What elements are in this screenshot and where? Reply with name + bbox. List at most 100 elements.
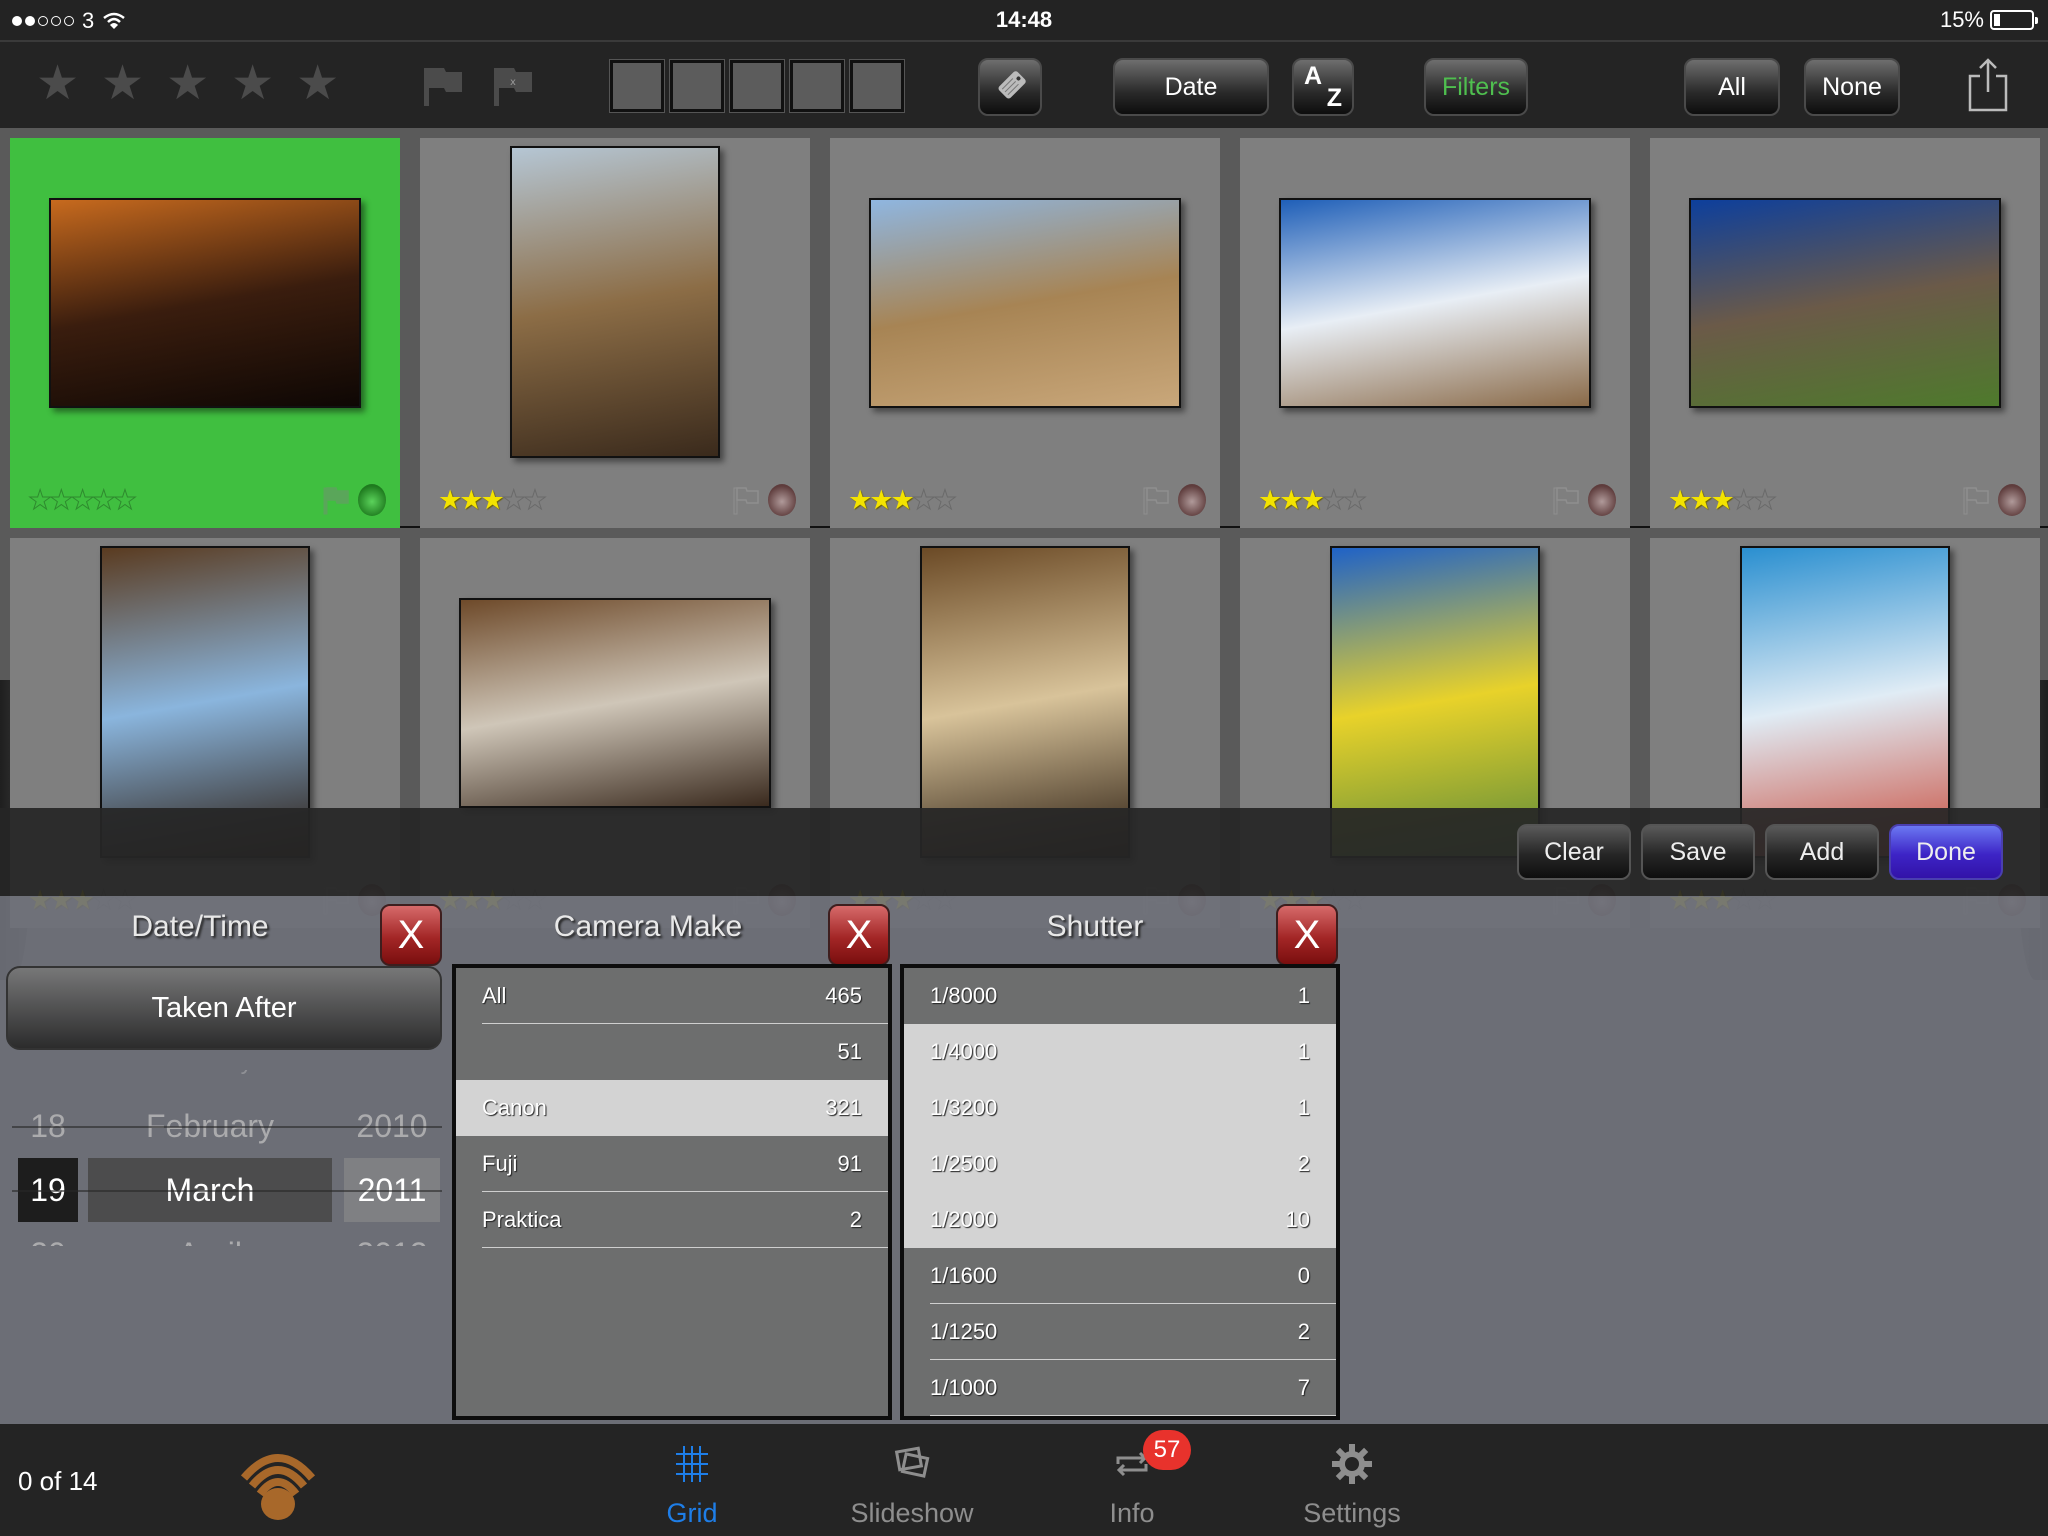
select-all-button[interactable]: All	[1684, 58, 1780, 116]
photo-thumbnail[interactable]	[869, 198, 1181, 408]
photo-cell[interactable]: ★★★★★	[10, 138, 400, 528]
photo-thumbnail[interactable]	[510, 146, 720, 458]
month-wheel[interactable]: JanuaryFebruaryMarchAprilMay	[88, 1070, 332, 1246]
filter-option[interactable]: 1/3200 1	[904, 1080, 1336, 1136]
filter-option[interactable]: Praktica 2	[456, 1192, 888, 1248]
filter-option[interactable]: 1/4000 1	[904, 1024, 1336, 1080]
color-label-dot[interactable]	[768, 484, 796, 516]
flag-icon[interactable]	[422, 64, 466, 108]
photo-thumbnail[interactable]	[1689, 198, 2001, 408]
flag-icon[interactable]	[1552, 486, 1580, 516]
battery-percent: 15%	[1939, 7, 1984, 32]
add-filter-button[interactable]: Add	[1765, 824, 1879, 880]
color-label-dot[interactable]	[1178, 484, 1206, 516]
year-wheel[interactable]: 20092010201120122013	[344, 1070, 440, 1246]
option-count: 7	[1297, 1375, 1310, 1400]
photo-rating[interactable]: ★★★★★	[438, 485, 548, 516]
tab-slideshow[interactable]: Slideshow	[832, 1438, 992, 1534]
color-swatch[interactable]	[790, 60, 844, 112]
remove-shutter-filter-button[interactable]: X	[1276, 904, 1338, 966]
camera-make-list[interactable]: All 465 51 Canon 321 Fuji 91 Praktica 2	[452, 964, 892, 1420]
sort-date-button[interactable]: Date	[1113, 58, 1269, 116]
color-swatch[interactable]	[730, 60, 784, 112]
photo-thumbnail[interactable]	[1279, 198, 1591, 408]
wireless-sync-logo-icon[interactable]	[238, 1442, 318, 1522]
star-icon: ★	[501, 485, 526, 516]
photo-thumbnail[interactable]	[459, 598, 771, 808]
photo-cell[interactable]: ★★★★★	[1650, 138, 2040, 528]
option-count: 2	[1297, 1151, 1310, 1176]
picker-option[interactable]: April	[88, 1222, 332, 1247]
option-count: 1	[1297, 1095, 1310, 1120]
flag-icon[interactable]	[732, 486, 760, 516]
flag-icon[interactable]	[322, 486, 350, 516]
option-label: Canon	[482, 1095, 547, 1120]
picker-option[interactable]: 17	[18, 1070, 78, 1094]
option-label: Fuji	[482, 1151, 518, 1176]
option-separator	[930, 1415, 1336, 1416]
option-label: 1/8000	[930, 983, 998, 1008]
tag-button[interactable]	[978, 58, 1042, 116]
star-icon[interactable]: ★	[101, 60, 144, 108]
picker-option[interactable]: 2012	[344, 1222, 440, 1247]
sort-az-button[interactable]: A Z	[1292, 58, 1354, 116]
reject-flag-icon[interactable]: x	[492, 64, 536, 108]
save-filters-button[interactable]: Save	[1641, 824, 1755, 880]
remove-camera-make-filter-button[interactable]: X	[828, 904, 890, 966]
filter-option[interactable]: 1/1000 7	[904, 1360, 1336, 1416]
picker-option[interactable]: 2009	[344, 1070, 440, 1094]
flag-icon[interactable]	[1962, 486, 1990, 516]
color-swatch[interactable]	[850, 60, 904, 112]
color-label-dot[interactable]	[358, 484, 386, 516]
flag-icon[interactable]	[1142, 486, 1170, 516]
filter-option[interactable]: 1/1250 2	[904, 1304, 1336, 1360]
picker-option[interactable]: 20	[18, 1222, 78, 1247]
filters-button[interactable]: Filters	[1424, 58, 1528, 116]
info-badge: 57	[1143, 1430, 1191, 1470]
star-icon[interactable]: ★	[296, 60, 339, 108]
select-none-button[interactable]: None	[1804, 58, 1900, 116]
star-icon[interactable]: ★	[36, 60, 79, 108]
star-icon: ★	[49, 485, 74, 516]
color-label-dot[interactable]	[1588, 484, 1616, 516]
color-swatch[interactable]	[670, 60, 724, 112]
star-icon: ★	[1279, 485, 1303, 515]
clear-filters-button[interactable]: Clear	[1517, 824, 1631, 880]
photo-rating[interactable]: ★★★★★	[1668, 485, 1778, 516]
sort-z-label: Z	[1326, 84, 1342, 112]
tag-icon	[998, 71, 1026, 99]
photo-cell[interactable]: ★★★★★	[420, 138, 810, 528]
picker-option[interactable]: January	[88, 1070, 332, 1094]
photo-cell[interactable]: ★★★★★	[1240, 138, 1630, 528]
shutter-list[interactable]: 1/8000 1 1/4000 1 1/3200 1 1/2500 2 1/2000 10 1/16…	[900, 964, 1340, 1420]
share-icon[interactable]	[1968, 58, 2008, 112]
filter-option[interactable]: 1/2500 2	[904, 1136, 1336, 1192]
day-wheel[interactable]: 1718192021	[18, 1070, 78, 1246]
filter-option[interactable]: 51	[456, 1024, 888, 1080]
photo-rating[interactable]: ★★★★★	[1258, 485, 1368, 516]
color-label-dot[interactable]	[1998, 484, 2026, 516]
close-icon: X	[845, 912, 873, 957]
photo-thumbnail[interactable]	[49, 198, 361, 408]
star-icon[interactable]: ★	[231, 60, 274, 108]
filter-option[interactable]: 1/8000 1	[904, 968, 1336, 1024]
svg-text:x: x	[510, 77, 516, 88]
filter-option[interactable]: All 465	[456, 968, 888, 1024]
date-picker[interactable]: 1718192021 JanuaryFebruaryMarchAprilMay …	[12, 1070, 442, 1246]
filter-option[interactable]: 1/1600 0	[904, 1248, 1336, 1304]
star-icon: ★	[1300, 485, 1324, 515]
taken-after-button[interactable]: Taken After	[6, 966, 442, 1050]
photo-rating[interactable]: ★★★★★	[848, 485, 958, 516]
star-icon: ★	[848, 485, 872, 515]
filter-option[interactable]: Fuji 91	[456, 1136, 888, 1192]
color-swatch[interactable]	[610, 60, 664, 112]
filter-option[interactable]: 1/2000 10	[904, 1192, 1336, 1248]
done-button[interactable]: Done	[1889, 824, 2003, 880]
tab-settings[interactable]: Settings	[1272, 1438, 1432, 1534]
remove-date-time-filter-button[interactable]: X	[380, 904, 442, 966]
tab-grid[interactable]: Grid	[612, 1438, 772, 1534]
photo-cell[interactable]: ★★★★★	[830, 138, 1220, 528]
filter-option[interactable]: Canon 321	[456, 1080, 888, 1136]
star-icon[interactable]: ★	[166, 60, 209, 108]
photo-rating[interactable]: ★★★★★	[27, 485, 137, 516]
